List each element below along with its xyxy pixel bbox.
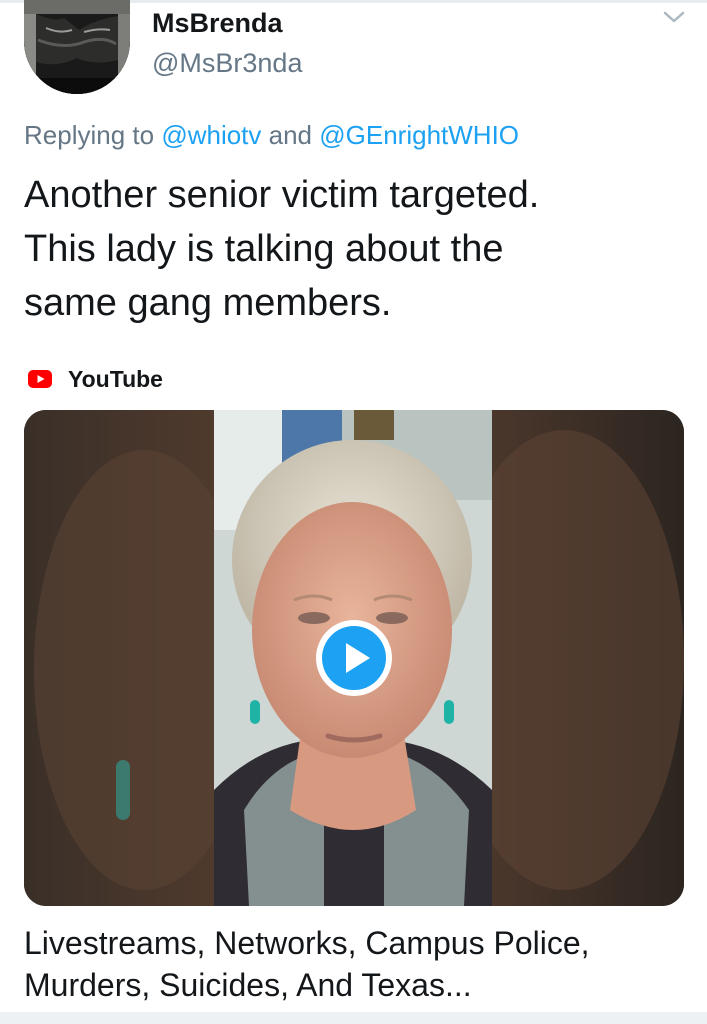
video-title-line: Livestreams, Networks, Campus Police,: [24, 925, 590, 961]
author-avatar[interactable]: [24, 0, 130, 94]
tweet-body-text: Another senior victim targeted. This lad…: [24, 168, 674, 330]
youtube-icon: [28, 370, 52, 388]
tweet-text-line: This lady is talking about the: [24, 228, 504, 270]
replying-to-line: Replying to @whiotv and @GEnrightWHIO: [24, 120, 519, 151]
video-card-thumbnail[interactable]: [24, 410, 684, 906]
video-card-title[interactable]: Livestreams, Networks, Campus Police, Mu…: [24, 922, 684, 1006]
tweet-text-line: Another senior victim targeted.: [24, 174, 540, 216]
replying-joiner: and: [268, 120, 313, 150]
tweet-text-line: same gang members.: [24, 282, 392, 324]
author-display-name[interactable]: MsBrenda: [152, 8, 283, 39]
avatar-photo: [24, 0, 130, 94]
chevron-down-icon: [663, 11, 685, 23]
card-source-label: YouTube: [68, 365, 163, 392]
tweet-menu-button[interactable]: [662, 8, 686, 26]
video-title-line: Murders, Suicides, And Texas...: [24, 967, 472, 1003]
mention-link-whiotv[interactable]: @whiotv: [161, 120, 261, 150]
bottom-divider: [0, 1012, 707, 1024]
video-play-button[interactable]: [314, 618, 394, 698]
card-source: YouTube: [28, 364, 163, 394]
replying-prefix: Replying to: [24, 120, 155, 150]
author-handle[interactable]: @MsBr3nda: [152, 48, 302, 79]
mention-link-genrightwhio[interactable]: @GEnrightWHIO: [319, 120, 519, 150]
play-icon: [316, 620, 392, 696]
